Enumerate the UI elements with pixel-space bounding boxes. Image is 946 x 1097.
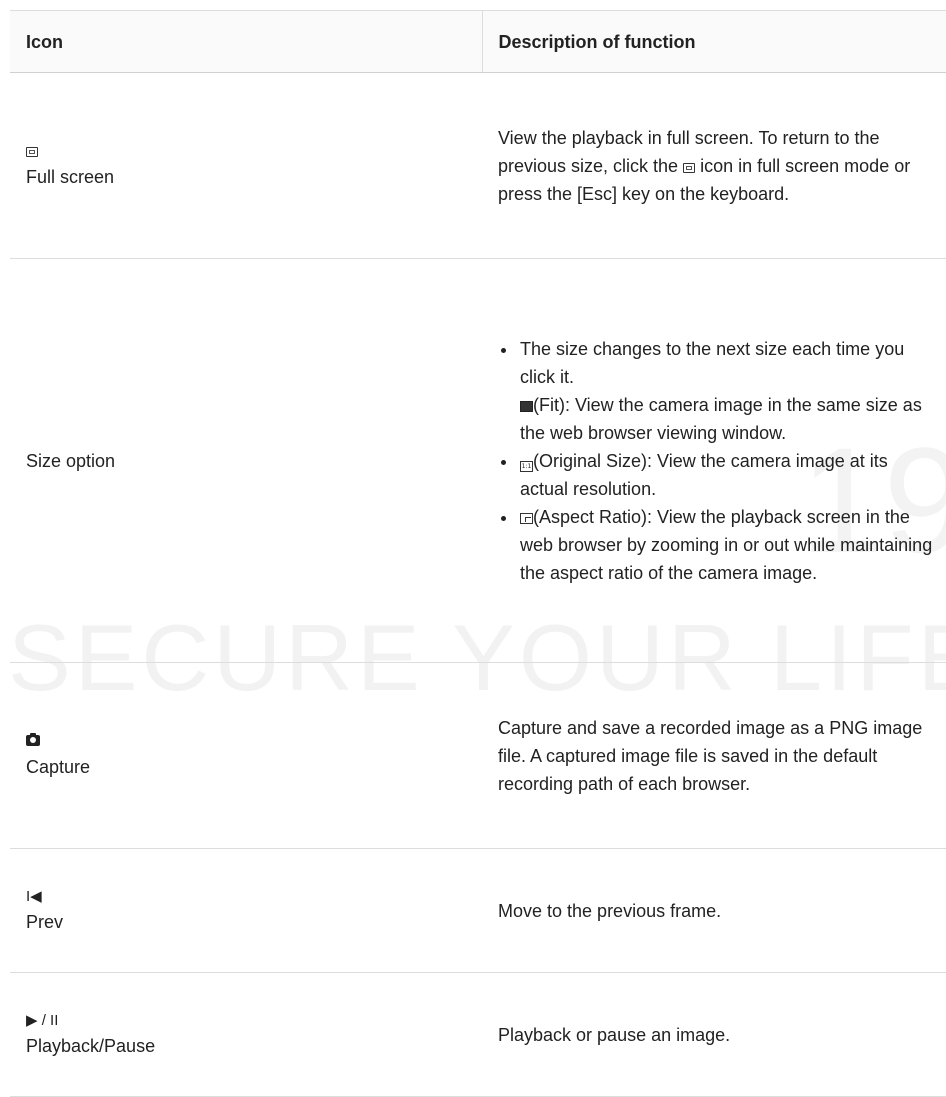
size-cycle-text: The size changes to the next size each t…: [520, 338, 905, 387]
description-cell: Move to the previous frame.: [482, 848, 946, 973]
function-name: Playback/Pause: [26, 1035, 156, 1056]
icon-function-table: Icon Description of function Full screen…: [10, 10, 946, 1097]
table-row-capture: Capture Capture and save a recorded imag…: [10, 662, 946, 849]
previous-frame-icon: I◀: [26, 887, 42, 905]
icon-cell: Size option: [10, 258, 482, 663]
list-item: The size changes to the next size each t…: [518, 335, 936, 447]
fit-text: (Fit): View the camera image in the same…: [520, 394, 922, 443]
description-cell: The size changes to the next size each t…: [482, 258, 946, 663]
function-name: Full screen: [26, 166, 115, 187]
fullscreen-icon-inline: [683, 162, 696, 173]
aspect-ratio-text: (Aspect Ratio): View the playback screen…: [520, 506, 933, 583]
icon-cell: I◀ Prev: [10, 848, 482, 973]
original-size-text: (Original Size): View the camera image a…: [520, 450, 888, 499]
play-pause-icon: ▶ / II: [26, 1011, 59, 1029]
table-row-playback-pause: ▶ / II Playback/Pause Playback or pause …: [10, 972, 946, 1097]
list-item: (Aspect Ratio): View the playback screen…: [518, 503, 936, 587]
size-option-list: The size changes to the next size each t…: [498, 335, 936, 587]
table-row-full-screen: Full screen View the playback in full sc…: [10, 72, 946, 259]
fullscreen-icon: [26, 141, 466, 163]
fit-icon: [520, 400, 533, 412]
table-row-prev: I◀ Prev Move to the previous frame.: [10, 848, 946, 973]
icon-cell: ▶ / II Playback/Pause: [10, 972, 482, 1097]
description-cell: Capture and save a recorded image as a P…: [482, 662, 946, 849]
aspect-ratio-icon: [520, 512, 533, 524]
icon-cell: Capture: [10, 662, 482, 849]
description-cell: Playback or pause an image.: [482, 972, 946, 1097]
function-name: Capture: [26, 756, 91, 777]
list-item: 1:1(Original Size): View the camera imag…: [518, 447, 936, 503]
icon-cell: Full screen: [10, 72, 482, 259]
function-name: Prev: [26, 911, 64, 932]
header-icon: Icon: [10, 10, 482, 73]
description-cell: View the playback in full screen. To ret…: [482, 72, 946, 259]
fit-description: (Fit): View the camera image in the same…: [520, 391, 936, 447]
table-row-size-option: Size option The size changes to the next…: [10, 258, 946, 663]
header-description: Description of function: [481, 10, 946, 73]
camera-icon: [26, 731, 466, 753]
function-name: Size option: [26, 450, 116, 471]
original-size-icon: 1:1: [520, 460, 533, 472]
table-header-row: Icon Description of function: [10, 10, 946, 73]
